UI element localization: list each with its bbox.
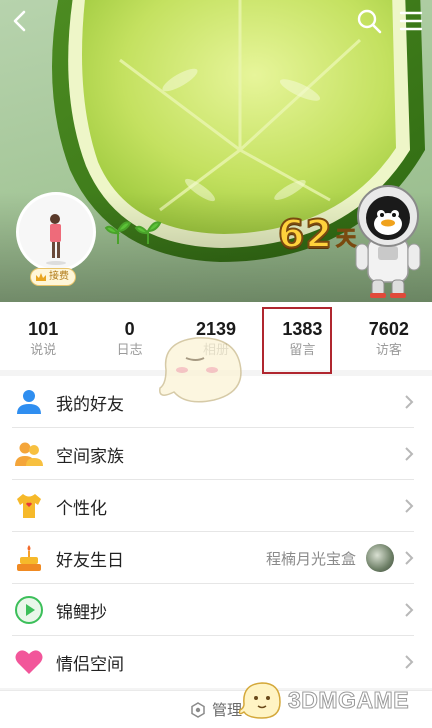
chevron-right-icon bbox=[405, 603, 414, 617]
sprout-icon bbox=[104, 221, 162, 244]
chevron-right-icon bbox=[405, 447, 414, 461]
menu-item-label: 个性化 bbox=[56, 498, 107, 519]
avatar[interactable] bbox=[16, 192, 96, 272]
stat-shuoshuo[interactable]: 101 说说 bbox=[0, 302, 86, 370]
watermark-mascot-icon bbox=[238, 682, 281, 719]
menu-item-jinlichao[interactable]: 锦鲤抄 bbox=[0, 584, 432, 636]
chevron-right-icon bbox=[405, 655, 414, 669]
menu-item-label: 情侣空间 bbox=[56, 654, 124, 675]
menu-item-personalize[interactable]: 个性化 bbox=[0, 480, 432, 532]
penguin-astronaut-mascot bbox=[355, 185, 421, 298]
hexagon-settings-icon[interactable] bbox=[190, 701, 206, 718]
search-icon[interactable] bbox=[354, 6, 384, 36]
watermark: 3DMGAME bbox=[238, 676, 409, 724]
stat-value: 7602 bbox=[368, 319, 409, 339]
days-counter: 62 bbox=[277, 211, 333, 257]
stat-label: 访客 bbox=[375, 343, 402, 358]
heart-icon bbox=[15, 650, 43, 674]
stat-value: 101 bbox=[28, 319, 59, 339]
menu-item-label: 好友生日 bbox=[56, 550, 124, 571]
stat-label: 说说 bbox=[30, 343, 57, 358]
family-icon bbox=[15, 442, 43, 466]
highlight-box bbox=[262, 307, 332, 374]
friends-icon bbox=[17, 390, 41, 414]
menu-item-birthday[interactable]: 好友生日 程楠月光宝盒 bbox=[0, 532, 432, 584]
avatar-badge: 接费 bbox=[30, 268, 76, 286]
profile-cover[interactable]: 接费 62 天 bbox=[0, 0, 432, 302]
birthday-friend-name: 程楠月光宝盒 bbox=[265, 549, 356, 568]
play-circle-icon bbox=[15, 596, 43, 624]
chevron-left-icon[interactable] bbox=[6, 6, 36, 36]
menu-item-label: 锦鲤抄 bbox=[56, 602, 107, 623]
birthday-cake-icon bbox=[17, 545, 41, 571]
menu-item-label: 空间家族 bbox=[56, 446, 124, 467]
watermark-mascot-image bbox=[159, 337, 242, 403]
watermark-text: 3DMGAME bbox=[287, 686, 410, 713]
chevron-right-icon bbox=[405, 395, 414, 409]
avatar-badge-text: 接费 bbox=[49, 271, 69, 282]
feature-menu: 我的好友 空间家族 个性化 好友生日 程楠月光宝盒 锦鲤抄 情侣空间 bbox=[0, 376, 432, 688]
chevron-right-icon bbox=[405, 499, 414, 513]
personalize-shirt-icon bbox=[17, 494, 41, 518]
menu-item-family[interactable]: 空间家族 bbox=[0, 428, 432, 480]
chevron-right-icon bbox=[405, 551, 414, 565]
stat-visitors[interactable]: 7602 访客 bbox=[346, 302, 432, 370]
crown-icon bbox=[36, 273, 46, 281]
friend-avatar bbox=[366, 544, 394, 572]
hamburger-menu-icon[interactable] bbox=[396, 6, 426, 36]
avatar-figure-image bbox=[19, 195, 93, 269]
